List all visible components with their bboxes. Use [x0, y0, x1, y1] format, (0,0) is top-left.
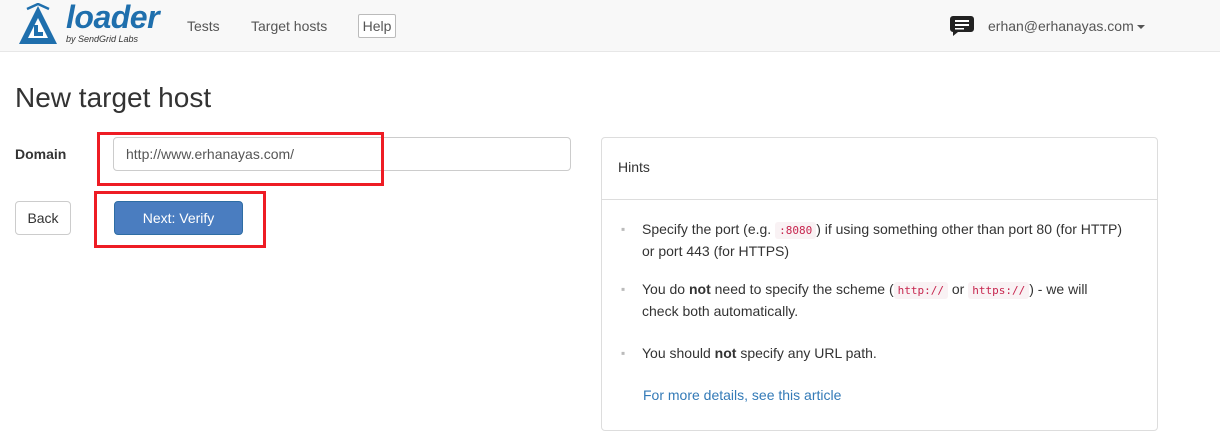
domain-label: Domain: [15, 146, 67, 162]
domain-input[interactable]: [113, 137, 571, 171]
hint-item-port: ▪ Specify the port (e.g. :8080) if using…: [621, 219, 1126, 261]
page-title: New target host: [15, 82, 212, 113]
hint-code-http: http://: [893, 282, 948, 299]
hint-bold: not: [714, 345, 737, 361]
brand-name: loader: [66, 0, 160, 35]
hint-text: or: [947, 281, 969, 297]
hint-text: need to specify the scheme (: [710, 281, 894, 297]
hint-text: You do: [642, 281, 689, 297]
bullet-icon: ▪: [621, 346, 626, 360]
hints-panel: Hints ▪ Specify the port (e.g. :8080) if…: [601, 137, 1158, 431]
hint-text: You should: [642, 345, 715, 361]
hint-code-port: :8080: [775, 222, 817, 239]
brand-logo[interactable]: loader by SendGrid Labs: [16, 0, 160, 49]
nav-target-hosts[interactable]: Target hosts: [251, 18, 327, 34]
nav-tests[interactable]: Tests: [187, 18, 220, 34]
caret-down-icon: [1136, 25, 1145, 30]
hints-heading: Hints: [602, 138, 1157, 200]
bullet-icon: ▪: [621, 282, 626, 296]
loader-logo-icon: [19, 3, 57, 44]
user-menu[interactable]: erhan@erhanayas.com: [988, 18, 1145, 34]
hint-bold: not: [688, 281, 711, 297]
hint-text: specify any URL path.: [736, 345, 877, 361]
more-details-link[interactable]: For more details, see this article: [643, 387, 841, 403]
hint-item-path: ▪ You should not specify any URL path.: [621, 343, 1126, 363]
back-button[interactable]: Back: [15, 201, 71, 235]
nav-help-button[interactable]: Help: [358, 14, 396, 38]
user-email: erhan@erhanayas.com: [988, 18, 1134, 34]
top-navbar: loader by SendGrid Labs Tests Target hos…: [0, 0, 1220, 52]
next-verify-button[interactable]: Next: Verify: [114, 201, 243, 235]
hint-code-https: https://: [968, 282, 1030, 299]
bullet-icon: ▪: [621, 222, 626, 236]
hint-item-scheme: ▪ You do not need to specify the scheme …: [621, 279, 1126, 321]
brand-subtitle: by SendGrid Labs: [66, 34, 139, 44]
chat-icon[interactable]: [950, 16, 974, 36]
hint-text: Specify the port (e.g.: [642, 221, 776, 237]
